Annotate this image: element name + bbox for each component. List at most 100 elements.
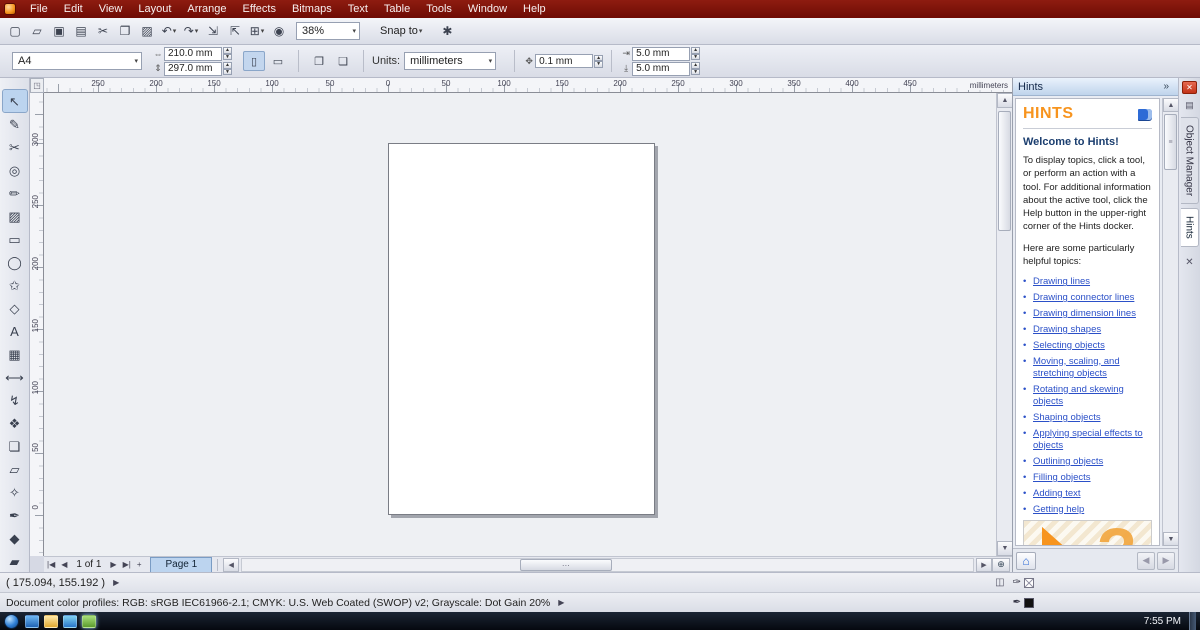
scroll-down-icon[interactable]: ▼ [1163,532,1179,546]
explorer-taskbar-icon[interactable] [44,614,58,628]
hint-link[interactable]: Drawing shapes [1033,324,1101,336]
horizontal-scroll-thumb[interactable]: ⋯ [519,558,612,571]
rectangle-tool[interactable]: ▭ [3,228,27,250]
close-docker-button[interactable]: ✕ [1182,81,1197,94]
hint-link[interactable]: Filling objects [1033,472,1091,484]
scroll-right-icon[interactable]: ▶ [976,557,992,572]
print-button[interactable]: ▤ [71,21,91,41]
crop-tool[interactable]: ✂ [3,136,27,158]
menu-file[interactable]: File [22,0,56,18]
save-button[interactable]: ▣ [49,21,69,41]
help-book-icon[interactable] [1138,108,1152,120]
scroll-down-icon[interactable]: ▼ [997,541,1013,556]
vertical-scroll-thumb[interactable] [998,111,1011,231]
basic-shapes-tool[interactable]: ◇ [3,297,27,319]
close-tab-group-icon[interactable]: ✕ [1185,257,1193,268]
hint-link[interactable]: Moving, scaling, and stretching objects [1033,356,1152,381]
menu-text[interactable]: Text [340,0,376,18]
docker-scroll-thumb[interactable]: ≡ [1164,114,1177,170]
cut-button[interactable]: ✂ [93,21,113,41]
freehand-tool[interactable]: ✏ [3,182,27,204]
interactive-fill-tool[interactable]: ▰ [3,550,27,572]
vertical-ruler[interactable]: 300 250 200 150 100 50 0 [30,93,44,556]
outline-status[interactable]: ✒ [1013,597,1034,608]
duplicate-x-stepper[interactable]: ▲ ▼ [691,47,701,60]
units-select[interactable]: millimeters ▾ [404,52,497,70]
hints-back-button[interactable]: ◀ [1137,551,1155,570]
first-page-button[interactable]: |◀ [44,557,58,573]
docker-tab-object-manager[interactable]: Object Manager [1180,117,1199,205]
menu-view[interactable]: View [91,0,131,18]
system-clock[interactable]: 7:55 PM [1144,616,1181,627]
text-tool[interactable]: A [3,320,27,342]
all-pages-button[interactable]: ❐ [308,51,330,71]
menu-window[interactable]: Window [460,0,515,18]
page-height-field[interactable]: 297.0 mm [164,61,222,76]
add-page-button[interactable]: + [134,557,145,573]
table-tool[interactable]: ▦ [3,343,27,365]
hint-link[interactable]: Shaping objects [1033,412,1101,424]
export-button[interactable]: ⇱ [225,21,245,41]
coreldraw-taskbar-icon[interactable] [82,614,96,628]
chevron-down-icon[interactable]: ▾ [173,27,177,35]
horizontal-ruler[interactable]: 250 200 150 100 50 0 50 100 150 200 250 300 350 400 45… [44,78,1012,93]
copy-button[interactable]: ❐ [115,21,135,41]
duplicate-x-field[interactable]: 5.0 mm [632,46,691,61]
start-button[interactable] [4,613,19,629]
hints-forward-button[interactable]: ▶ [1157,551,1175,570]
hints-home-button[interactable]: ⌂ [1016,551,1036,570]
hint-link[interactable]: Outlining objects [1033,456,1103,468]
media-player-taskbar-icon[interactable] [63,614,77,628]
transparency-tool[interactable]: ▱ [3,458,27,480]
menu-help[interactable]: Help [515,0,554,18]
drop-shadow-tool[interactable]: ❏ [3,435,27,457]
duplicate-y-field[interactable]: 5.0 mm [632,61,691,76]
page-width-stepper[interactable]: ▲ ▼ [223,47,232,60]
color-eyedropper-tool[interactable]: ✧ [3,481,27,503]
corel-connect-button[interactable]: ◉ [269,21,289,41]
redo-button[interactable]: ↷ ▾ [181,21,201,41]
outline-pen-tool[interactable]: ✒ [3,504,27,526]
polygon-tool[interactable]: ✩ [3,274,27,296]
hint-link[interactable]: Applying special effects to objects [1033,428,1152,453]
application-launcher-button[interactable]: ⊞ ▾ [247,21,267,41]
scroll-up-icon[interactable]: ▲ [997,93,1013,108]
new-document-button[interactable]: ▢ [5,21,25,41]
page-size-select[interactable]: A4 ▾ [12,52,142,70]
last-page-button[interactable]: ▶| [120,557,134,573]
menu-tools[interactable]: Tools [418,0,460,18]
shape-tool[interactable]: ✎ [3,113,27,135]
scroll-left-icon[interactable]: ◀ [223,557,240,572]
document-page[interactable] [388,143,655,515]
menu-layout[interactable]: Layout [130,0,179,18]
pick-tool[interactable]: ↖ [1,89,28,113]
status-options-icon[interactable]: ◫ [995,577,1004,588]
options-gear-button[interactable]: ✱ [437,21,457,41]
nudge-offset-field[interactable]: 0.1 mm [535,54,594,68]
fill-tool[interactable]: ◆ [3,527,27,549]
chevron-down-icon[interactable]: ▾ [195,27,199,35]
hint-link[interactable]: Drawing lines [1033,276,1090,288]
paste-button[interactable]: ▨ [137,21,157,41]
open-button[interactable]: ▱ [27,21,47,41]
menu-arrange[interactable]: Arrange [179,0,234,18]
docker-scrollbar[interactable]: ▲ ≡ ▼ [1162,98,1179,546]
ellipse-tool[interactable]: ◯ [3,251,27,273]
hint-link[interactable]: Drawing connector lines [1033,292,1134,304]
collapse-docker-icon[interactable]: » [1159,81,1173,92]
landscape-orientation-button[interactable]: ▭ [267,51,289,71]
straight-line-connector-tool[interactable]: ↯ [3,389,27,411]
zoom-to-page-button[interactable]: ⊕ [992,557,1010,572]
parallel-dimension-tool[interactable]: ⟷ [3,366,27,388]
page-tab[interactable]: Page 1 [150,557,213,572]
hint-link[interactable]: Getting help [1033,504,1084,516]
current-page-button[interactable]: ❏ [332,51,354,71]
page-width-field[interactable]: 210.0 mm [164,46,222,61]
snap-to-dropdown[interactable]: Snap to ▾ [374,21,428,41]
scroll-up-icon[interactable]: ▲ [1163,98,1179,112]
duplicate-y-stepper[interactable]: ▲ ▼ [691,62,701,75]
docker-options-icon[interactable]: ▤ [1185,100,1194,111]
blend-tool[interactable]: ❖ [3,412,27,434]
nudge-offset-stepper[interactable]: ▲ ▼ [594,54,604,68]
show-desktop-button[interactable] [1189,612,1196,630]
